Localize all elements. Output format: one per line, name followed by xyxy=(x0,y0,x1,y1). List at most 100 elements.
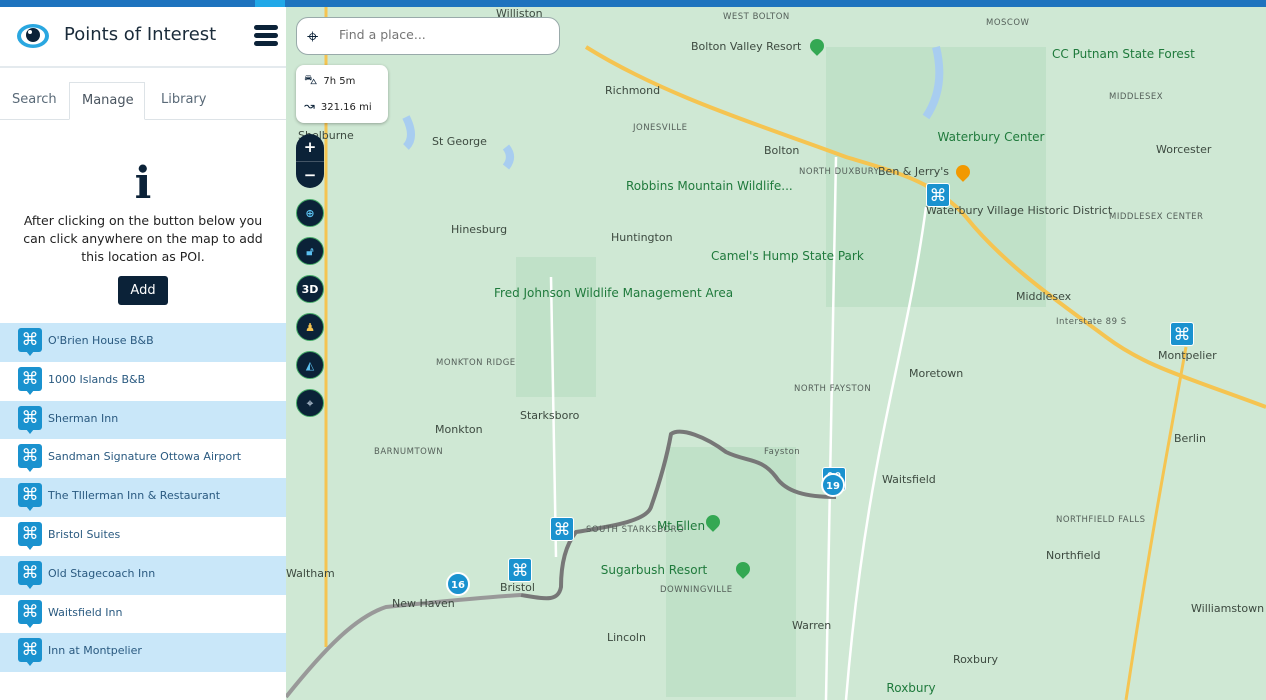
map-label: MIDDLESEX CENTER xyxy=(1109,212,1204,222)
map-label: Bolton xyxy=(764,144,800,157)
route-icon: ↝ xyxy=(304,99,315,114)
marker-badge[interactable]: 19 xyxy=(821,473,845,497)
map-label: New Haven xyxy=(392,597,455,610)
map-label: Waitsfield xyxy=(882,473,936,486)
map-label: Berlin xyxy=(1174,432,1206,445)
map-label: NORTHFIELD FALLS xyxy=(1056,515,1146,525)
map-label: Lincoln xyxy=(607,631,646,644)
map-label: Starksboro xyxy=(520,409,580,422)
poi-list-item[interactable]: ⌘ 1000 Islands B&B xyxy=(0,362,286,401)
poi-marker[interactable]: ⌘ xyxy=(1170,322,1194,346)
poi-name: Waitsfield Inn xyxy=(48,605,123,619)
sidebar: Points of Interest Search Manage Library… xyxy=(0,7,286,700)
poi-icon: ⌘ xyxy=(18,483,42,512)
poi-name: Inn at Montpelier xyxy=(48,644,142,658)
map-label: Worcester xyxy=(1156,143,1212,156)
poi-marker[interactable]: ⌘ xyxy=(550,517,574,541)
map-label: Huntington xyxy=(611,231,673,244)
poi-name: Old Stagecoach Inn xyxy=(48,566,156,580)
tab-manage[interactable]: Manage xyxy=(69,82,145,120)
poi-marker[interactable]: ⌘ xyxy=(926,183,950,207)
map-label: St George xyxy=(432,135,487,148)
poi-list-item[interactable]: ⌘ The TIllerman Inn & Restaurant xyxy=(0,478,286,517)
poi-list-item[interactable]: ⌘ Sandman Signature Ottowa Airport xyxy=(0,439,286,478)
map-label: Montpelier xyxy=(1158,349,1217,362)
map-label: Camel's Hump State Park xyxy=(711,249,864,263)
elevation-chart-button[interactable]: ◭ xyxy=(296,351,324,379)
map-label: MIDDLESEX xyxy=(1109,92,1164,102)
tab-search[interactable]: Search xyxy=(0,82,69,120)
manage-instructions: After clicking on the button below you c… xyxy=(23,213,263,264)
poi-list-item[interactable]: ⌘ Sherman Inn xyxy=(0,400,286,440)
poi-name: Bristol Suites xyxy=(48,527,121,541)
place-search-input[interactable] xyxy=(339,27,539,42)
add-poi-button[interactable]: Add xyxy=(118,276,168,305)
map-label: Bolton Valley Resort xyxy=(691,40,802,53)
map-label: Hinesburg xyxy=(451,223,508,236)
zoom-out-button[interactable]: − xyxy=(296,161,324,188)
hamburger-menu-button[interactable] xyxy=(254,25,278,49)
poi-icon: ⌘ xyxy=(18,638,42,667)
poi-name: O'Brien House B&B xyxy=(48,334,154,347)
manage-panel: i After clicking on the button below you… xyxy=(0,162,286,305)
location-pin-icon: ⌖ xyxy=(307,24,319,48)
map-label: CC Putnam State Forest xyxy=(1052,47,1195,61)
poi-icon: ⌘ xyxy=(18,444,42,473)
poi-name: The TIllerman Inn & Restaurant xyxy=(48,489,221,503)
map-label: Middlesex xyxy=(1016,290,1072,303)
poi-list-item[interactable]: ⌘ Old Stagecoach Inn xyxy=(0,555,286,595)
map-label: NORTH DUXBURY xyxy=(799,167,880,177)
street-view-button[interactable]: ♟ xyxy=(296,313,324,341)
unlock-button[interactable]: 🔓︎ xyxy=(296,237,324,265)
route-duration: 7h 5m xyxy=(323,76,356,87)
poi-name: Sherman Inn xyxy=(48,411,119,425)
poi-icon: ⌘ xyxy=(18,366,42,395)
poi-list: ⌘ O'Brien House B&B ⌘ 1000 Islands B&B ⌘ Sher… xyxy=(0,323,286,673)
map-label: Williamstown xyxy=(1191,602,1265,615)
map-label: MONKTON RIDGE xyxy=(436,358,516,368)
poi-list-item[interactable]: ⌘ Bristol Suites xyxy=(0,517,286,556)
poi-list-item[interactable]: ⌘ O'Brien House B&B xyxy=(0,323,286,362)
zoom-in-button[interactable]: + xyxy=(296,134,324,161)
zoom-controls: + − xyxy=(296,134,324,188)
info-icon: i xyxy=(134,158,152,209)
place-search-box: ⌖ xyxy=(296,17,560,55)
poi-icon: ⌘ xyxy=(18,405,42,434)
poi-marker[interactable]: ⌘ xyxy=(508,558,532,582)
3d-button[interactable]: 3D xyxy=(296,275,324,303)
map-label: WEST BOLTON xyxy=(723,12,790,22)
add-marker-button[interactable]: ⊕ xyxy=(296,199,324,227)
poi-list-item[interactable]: ⌘ Waitsfield Inn xyxy=(0,595,286,634)
locate-button[interactable]: ⌖ xyxy=(296,389,324,417)
eye-icon xyxy=(17,24,49,48)
app-title: Points of Interest xyxy=(64,24,217,45)
poi-icon: ⌘ xyxy=(18,599,42,628)
map-label: JONESVILLE xyxy=(633,123,688,133)
map[interactable]: Williston WEST BOLTON MOSCOW Bolton Valley … xyxy=(286,7,1266,700)
poi-list-item[interactable]: ⌘ Inn at Montpelier xyxy=(0,633,286,673)
map-label: Roxbury xyxy=(886,681,936,695)
map-label: Warren xyxy=(792,619,832,632)
tab-library[interactable]: Library xyxy=(149,82,218,120)
poi-name: 1000 Islands B&B xyxy=(48,372,146,386)
map-label: Richmond xyxy=(605,84,661,97)
map-label: Waterbury Village Historic District xyxy=(926,204,1113,217)
map-label: Sugarbush Resort xyxy=(600,563,708,577)
poi-icon: ⌘ xyxy=(18,521,42,550)
tab-bar: Search Manage Library xyxy=(0,82,286,120)
driver-icon: ⛍ xyxy=(304,73,318,88)
poi-icon: ⌘ xyxy=(18,328,42,356)
map-label: Moretown xyxy=(909,367,964,380)
map-label: Waltham xyxy=(286,567,335,580)
top-progress-bar xyxy=(0,0,1266,7)
map-label: DOWNINGVILLE xyxy=(660,585,733,595)
map-label: MOSCOW xyxy=(986,18,1030,28)
map-label: BARNUMTOWN xyxy=(374,447,444,457)
map-label: Waterbury Center xyxy=(937,130,1045,144)
marker-badge[interactable]: 16 xyxy=(446,572,470,596)
poi-icon: ⌘ xyxy=(18,560,42,589)
map-label: Robbins Mountain Wildlife... xyxy=(626,179,793,193)
map-label: Roxbury xyxy=(953,653,999,666)
map-label: Fred Johnson Wildlife Management Area xyxy=(494,286,734,300)
poi-name: Sandman Signature Ottowa Airport xyxy=(48,450,242,464)
